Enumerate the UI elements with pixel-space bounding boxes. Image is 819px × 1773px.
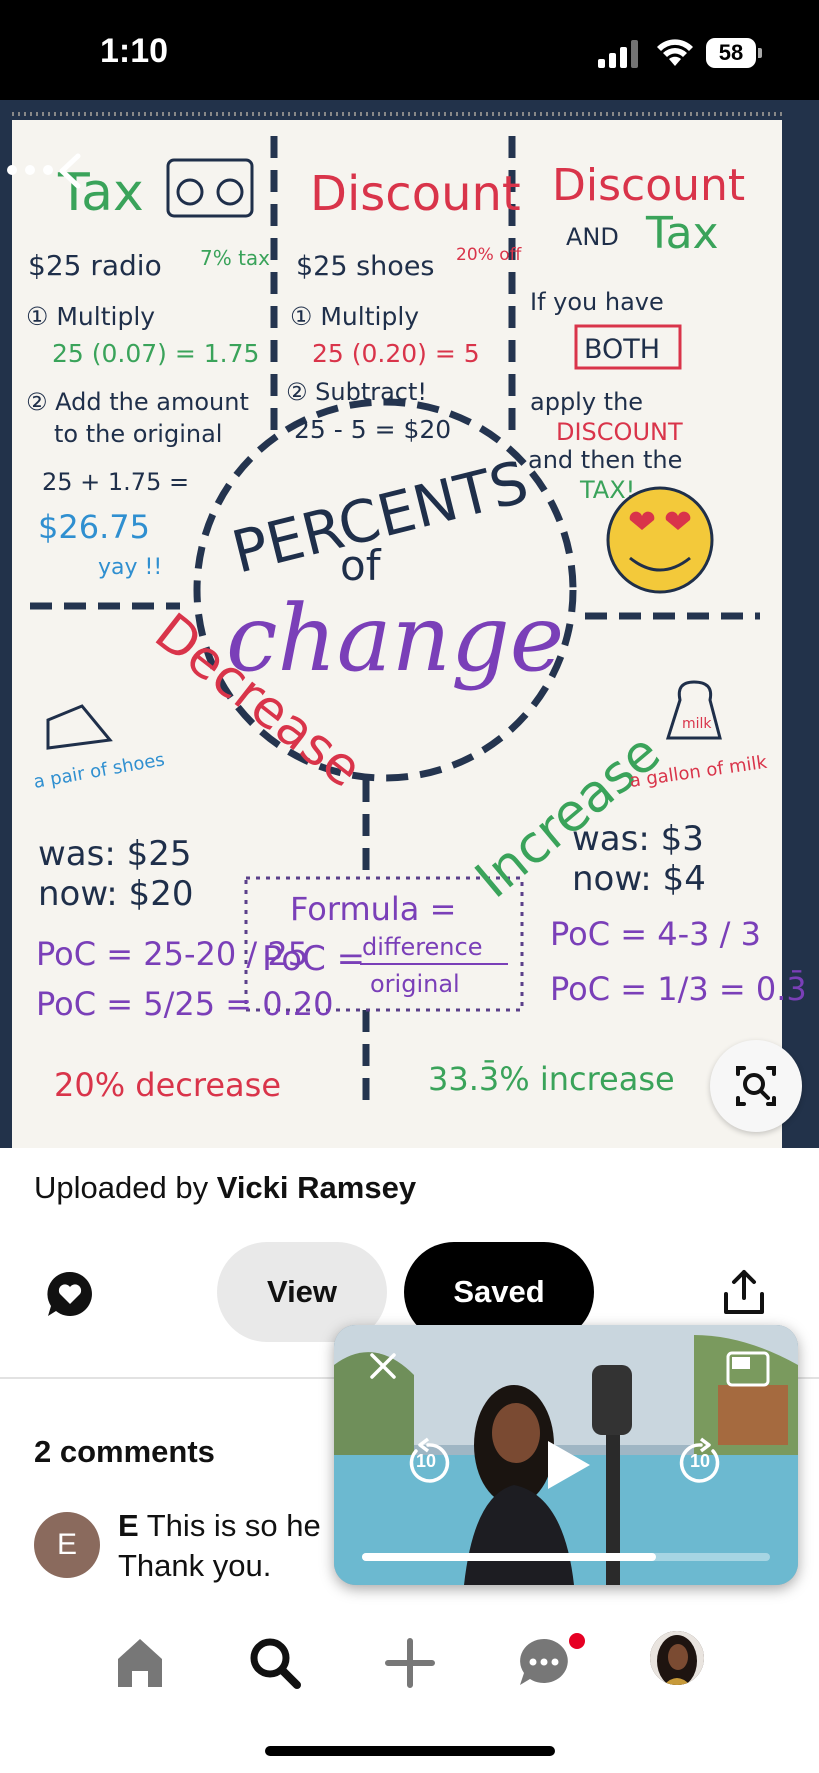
uploaded-by[interactable]: Uploaded by Vicki Ramsey bbox=[34, 1170, 416, 1206]
comment-body: This is so he bbox=[146, 1508, 321, 1543]
status-bar: 1:10 58 bbox=[0, 0, 819, 100]
formula-numerator: difference bbox=[362, 933, 482, 961]
increase-result: 33.3̄% increase bbox=[428, 1059, 675, 1098]
signal-icon bbox=[598, 40, 640, 68]
comment-body-line2: Thank you. bbox=[118, 1548, 272, 1583]
profile-photo-icon bbox=[650, 1631, 704, 1685]
tax-result: $26.75 bbox=[38, 508, 150, 546]
formula-denominator: original bbox=[370, 970, 460, 998]
comment-author: E bbox=[118, 1508, 139, 1543]
decrease-was: was: $25 bbox=[38, 834, 192, 874]
discount-tax-heading1: Discount bbox=[552, 160, 745, 211]
avatar[interactable]: E bbox=[34, 1512, 100, 1578]
decrease-poc2: PoC = 5/25 = 0.20 bbox=[36, 985, 334, 1023]
tax-step1: ① Multiply bbox=[26, 302, 155, 331]
discount-step2: ② Subtract! bbox=[286, 378, 427, 406]
increase-poc1: PoC = 4-3 / 3 bbox=[550, 915, 761, 953]
tax-tag: 7% tax bbox=[200, 246, 270, 270]
notification-dot bbox=[569, 1633, 585, 1649]
more-options-icon[interactable] bbox=[0, 150, 60, 190]
discount-tag: 20% off bbox=[456, 245, 523, 265]
dt-discount: DISCOUNT bbox=[556, 418, 683, 446]
lens-search-icon bbox=[736, 1066, 776, 1106]
visual-search-button[interactable] bbox=[710, 1040, 802, 1132]
increase-poc2: PoC = 1/3 = 0.3̄ bbox=[550, 969, 807, 1008]
forward-label: 10 bbox=[690, 1451, 711, 1471]
uploaded-by-prefix: Uploaded by bbox=[34, 1170, 209, 1205]
dt-line1: If you have bbox=[530, 288, 664, 316]
discount-step1: ① Multiply bbox=[290, 302, 419, 331]
decrease-result: 20% decrease bbox=[54, 1066, 281, 1104]
comments-count[interactable]: 2 comments bbox=[34, 1434, 215, 1470]
profile-avatar[interactable] bbox=[650, 1631, 704, 1685]
discount-calc1: 25 (0.20) = 5 bbox=[312, 339, 480, 368]
tax-step2: ② Add the amount bbox=[26, 388, 249, 416]
wifi-icon bbox=[657, 39, 693, 66]
battery-indicator: 58 bbox=[706, 38, 762, 68]
create-plus-icon[interactable] bbox=[380, 1633, 440, 1693]
rewind-label: 10 bbox=[416, 1451, 437, 1471]
increase-was: was: $3 bbox=[572, 819, 704, 859]
share-icon[interactable] bbox=[722, 1268, 766, 1318]
forward-10-button[interactable]: 10 bbox=[677, 1435, 725, 1487]
formula-poc: PoC = bbox=[262, 939, 365, 979]
tax-calc2: 25 + 1.75 = bbox=[42, 468, 189, 496]
uploader-name[interactable]: Vicki Ramsey bbox=[217, 1170, 416, 1205]
tax-calc1: 25 (0.07) = 1.75 bbox=[52, 339, 259, 368]
video-progress-fill bbox=[362, 1553, 656, 1561]
poster-illustration: Tax Discount Discount AND Tax $25 radio … bbox=[0, 100, 819, 1148]
tax-step2b: to the original bbox=[54, 420, 222, 448]
dt-line3: and then the bbox=[528, 446, 682, 474]
discount-heading: Discount bbox=[310, 166, 521, 222]
messages-icon[interactable] bbox=[514, 1633, 574, 1693]
dt-both: BOTH bbox=[584, 334, 660, 365]
expand-icon[interactable] bbox=[726, 1351, 770, 1387]
discount-tax-and: AND bbox=[566, 223, 619, 251]
discount-line1: $25 shoes bbox=[296, 251, 435, 282]
dt-line2: apply the bbox=[530, 388, 643, 416]
comment-heart-icon[interactable] bbox=[44, 1268, 96, 1320]
close-icon[interactable] bbox=[368, 1351, 398, 1381]
status-time: 1:10 bbox=[100, 32, 169, 70]
pin-image[interactable]: Tax Discount Discount AND Tax $25 radio … bbox=[0, 100, 819, 1148]
discount-tax-heading2: Tax bbox=[645, 208, 719, 259]
formula-title: Formula = bbox=[290, 890, 456, 928]
tax-line1: $25 radio bbox=[28, 249, 162, 282]
home-icon[interactable] bbox=[110, 1633, 170, 1693]
discount-calc2: 25 - 5 = $20 bbox=[294, 415, 451, 444]
tax-yay: yay !! bbox=[98, 555, 162, 580]
center-title-mid: of bbox=[340, 541, 382, 590]
increase-now: now: $4 bbox=[572, 859, 706, 899]
search-icon[interactable] bbox=[245, 1633, 305, 1693]
video-progress-bar[interactable] bbox=[362, 1553, 770, 1561]
milk-label: milk bbox=[682, 716, 712, 732]
rewind-10-button[interactable]: 10 bbox=[404, 1435, 452, 1487]
play-icon[interactable] bbox=[542, 1437, 594, 1493]
home-indicator bbox=[265, 1746, 555, 1756]
decrease-now: now: $20 bbox=[38, 874, 193, 914]
center-title-main: change bbox=[226, 585, 564, 692]
video-pip[interactable]: 10 10 bbox=[334, 1325, 798, 1585]
